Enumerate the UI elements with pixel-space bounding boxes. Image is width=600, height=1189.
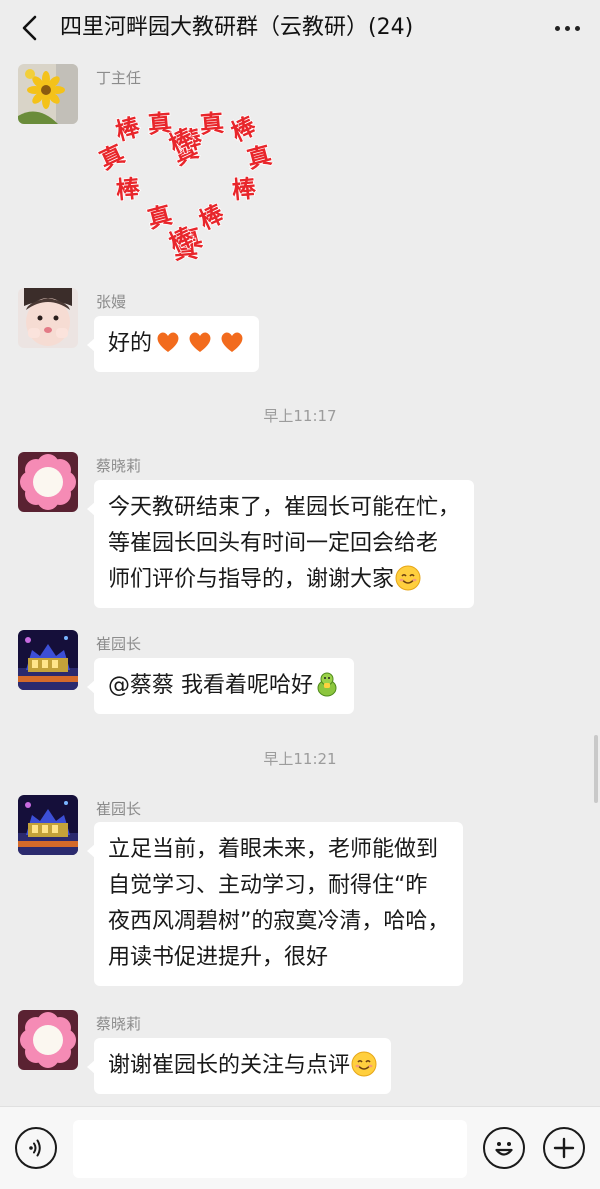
avatar-zhang[interactable] [18, 288, 78, 348]
scrollbar-thumb[interactable] [594, 735, 598, 803]
sticker-char: 真 [145, 201, 175, 234]
sticker-char: 棒 [231, 174, 258, 204]
sticker-heart[interactable]: 真棒真棒真棒棒真真棒真棒真棒真棒 [94, 96, 276, 265]
message-line: 立足当前，着眼未来，老师能做到 [108, 837, 439, 862]
sender-name: 蔡晓莉 [96, 1015, 142, 1033]
smile-icon [351, 1051, 377, 1077]
timestamp: 早上11:17 [263, 407, 337, 425]
sender-name: 丁主任 [96, 69, 142, 87]
sender-name: 张嫚 [96, 293, 127, 311]
message-text: @蔡蔡 我看着呢哈好 [108, 673, 313, 698]
thumbs-up-icon [317, 672, 337, 697]
avatar-cui[interactable] [18, 630, 78, 690]
emoji-icon[interactable] [483, 1127, 525, 1169]
message-line: 自觉学习、主动学习，耐得住“昨 [108, 873, 428, 898]
sticker-char: 真 [96, 140, 129, 176]
timestamp: 早上11:21 [263, 750, 337, 768]
smile-icon [395, 565, 421, 591]
sticker-char: 真 [199, 109, 225, 139]
message-bubble[interactable]: 今天教研结束了，崔园长可能在忙， 等崔园长回头有时间一定回会给老 师们评价与指导… [86, 480, 475, 608]
chat-header: 四里河畔园大教研群（云教研）(24) [0, 0, 600, 56]
message-bubble[interactable]: @蔡蔡 我看着呢哈好 [87, 658, 354, 714]
heart-icon [221, 332, 243, 352]
message-line: 用读书促进提升，很好 [108, 945, 329, 970]
avatar-cai[interactable] [18, 452, 78, 512]
message-line: 夜西风凋碧树”的寂寞冷清，哈哈， [108, 909, 450, 934]
chevron-left-icon[interactable] [14, 12, 46, 44]
heart-icon [157, 332, 179, 352]
sticker-char: 棒 [227, 111, 261, 147]
message-text: 谢谢崔园长的关注与点评 [108, 1053, 351, 1078]
sticker-char: 棒 [195, 199, 229, 235]
sticker-char: 棒 [115, 174, 142, 204]
message-text: 好的 [108, 331, 153, 356]
sticker-char: 真 [244, 141, 274, 174]
sender-name: 崔园长 [96, 635, 142, 653]
message-bubble[interactable]: 立足当前，着眼未来，老师能做到 自觉学习、主动学习，耐得住“昨 夜西风凋碧树”的… [86, 822, 464, 986]
message-line: 等崔园长回头有时间一定回会给老 [108, 531, 439, 556]
message-bubble[interactable]: 谢谢崔园长的关注与点评 [86, 1038, 392, 1094]
voice-icon[interactable] [15, 1127, 57, 1169]
message-line: 今天教研结束了，崔园长可能在忙， [108, 495, 461, 520]
avatar-cui[interactable] [18, 795, 78, 855]
input-bar [0, 1106, 600, 1189]
message-input[interactable] [73, 1120, 467, 1178]
avatar-ding[interactable] [18, 64, 78, 124]
heart-icon [189, 332, 211, 352]
message-bubble[interactable]: 好的 [86, 316, 260, 372]
message-line: 师们评价与指导的，谢谢大家 [108, 567, 395, 592]
plus-icon[interactable] [543, 1127, 585, 1169]
sender-name: 蔡晓莉 [96, 457, 142, 475]
avatar-cai[interactable] [18, 1010, 78, 1070]
sender-name: 崔园长 [96, 800, 142, 818]
chat-title: 四里河畔园大教研群（云教研）(24) [60, 15, 414, 40]
more-dots-icon[interactable] [550, 12, 584, 44]
